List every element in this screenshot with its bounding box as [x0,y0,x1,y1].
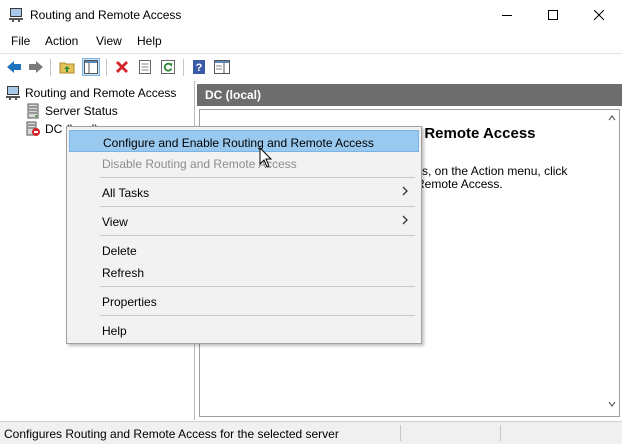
server-stopped-icon [25,121,41,137]
welcome-text-line-2: Remote Access. [416,177,503,191]
menu-item-help[interactable]: Help [69,319,419,341]
toolbar: ? [0,53,622,82]
menu-item-delete[interactable]: Delete [69,239,419,261]
menu-file[interactable]: File [11,34,30,48]
up-one-level-button[interactable] [58,58,76,76]
menu-item-label: Refresh [102,266,145,280]
tree-item-routing-and-remote-access[interactable]: Routing and Remote Access [5,84,176,102]
maximize-icon [548,10,558,20]
properties-button[interactable] [136,58,154,76]
console-tree-icon [84,60,98,74]
status-divider [400,425,401,441]
back-arrow-icon [7,61,21,73]
menu-separator [100,206,415,207]
refresh-button[interactable] [159,58,177,76]
help-button[interactable]: ? [190,58,208,76]
details-header-title: DC (local) [205,88,262,102]
menu-separator [100,286,415,287]
status-divider [500,425,501,441]
toolbar-separator [50,59,51,76]
menu-separator [100,315,415,316]
svg-text:?: ? [196,62,203,74]
toolbar-separator [106,59,107,76]
status-text: Configures Routing and Remote Access for… [4,427,339,441]
delete-button[interactable] [113,58,131,76]
welcome-heading: l Remote Access [416,125,536,142]
menu-bar: File Action View Help [0,30,622,52]
menu-item-properties[interactable]: Properties [69,290,419,312]
tree-item-label: Server Status [45,104,118,118]
menu-separator [100,177,415,178]
server-status-icon [25,103,41,119]
menu-item-label: Configure and Enable Routing and Remote … [103,136,374,150]
help-book-icon: ? [193,60,205,74]
back-button[interactable] [5,58,23,76]
rras-app-icon [8,7,24,23]
context-menu: Configure and Enable Routing and Remote … [66,126,422,344]
menu-item-label: All Tasks [102,186,150,200]
menu-help[interactable]: Help [137,34,162,48]
rras-computer-icon [5,85,21,101]
show-action-pane-button[interactable] [213,58,231,76]
menu-view[interactable]: View [96,34,122,48]
forward-button[interactable] [27,58,45,76]
show-hide-console-tree-button[interactable] [82,58,100,76]
close-button[interactable] [576,0,622,30]
details-header: DC (local) [197,84,622,106]
properties-page-icon [139,60,151,74]
forward-arrow-icon [29,61,43,73]
minimize-button[interactable] [484,0,530,30]
menu-item-label: View [102,215,128,229]
minimize-icon [502,15,512,16]
folder-up-icon [59,62,75,74]
menu-action[interactable]: Action [45,34,78,48]
close-icon [594,10,604,20]
menu-item-view[interactable]: View [69,210,419,232]
delete-x-icon [116,61,128,73]
menu-separator [100,235,415,236]
tree-item-server-status[interactable]: Server Status [25,102,118,120]
menu-item-label: Properties [102,295,157,309]
submenu-arrow-icon [402,215,408,225]
menu-item-refresh[interactable]: Refresh [69,261,419,283]
toolbar-separator [183,59,184,76]
action-pane-icon [214,60,230,74]
menu-item-label: Delete [102,244,137,258]
title-bar: Routing and Remote Access [0,0,622,30]
mouse-cursor-icon [259,147,273,168]
submenu-arrow-icon [402,186,408,196]
menu-item-label: Help [102,324,127,338]
maximize-button[interactable] [530,0,576,30]
window-title: Routing and Remote Access [30,8,182,22]
vertical-scrollbar[interactable] [606,111,618,415]
menu-item-all-tasks[interactable]: All Tasks [69,181,419,203]
status-bar: Configures Routing and Remote Access for… [0,421,622,444]
tree-item-label: Routing and Remote Access [25,86,177,100]
refresh-icon [161,60,175,74]
menu-item-configure-and-enable[interactable]: Configure and Enable Routing and Remote … [69,130,419,152]
menu-item-disable: Disable Routing and Remote Access [69,152,419,174]
